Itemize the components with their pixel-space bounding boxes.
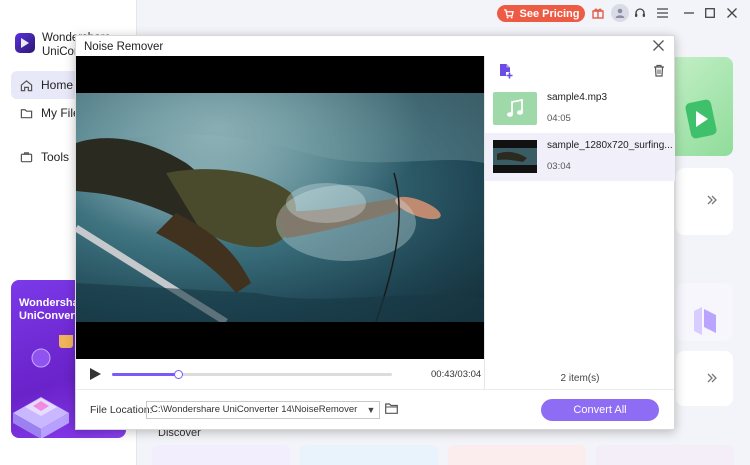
- app-logo-icon: [15, 33, 35, 53]
- video-thumbnail-image: [493, 140, 537, 173]
- sidebar-item-label: Home: [41, 78, 74, 92]
- maximize-icon[interactable]: [703, 6, 717, 20]
- video-thumbnail: [493, 140, 537, 173]
- progress-fill: [112, 373, 178, 376]
- discover-card-1[interactable]: [152, 445, 290, 465]
- dialog-footer: File Location: C:\Wondershare UniConvert…: [76, 389, 674, 429]
- file-list-panel: sample4.mp3 04:05 sample_1280x720_surfin…: [484, 56, 675, 389]
- noise-remover-dialog: Noise Remover 00:43/03:04 sample4.mp3 04…: [75, 35, 675, 430]
- chevron-down-icon[interactable]: ▼: [364, 403, 378, 417]
- video-preview[interactable]: [76, 56, 484, 359]
- close-icon[interactable]: [651, 39, 665, 53]
- convert-all-button[interactable]: Convert All: [541, 399, 659, 421]
- feature-card-4[interactable]: [676, 351, 733, 406]
- home-icon: [18, 77, 34, 93]
- play-icon[interactable]: [90, 368, 101, 380]
- tools-icon: [18, 149, 34, 165]
- audio-thumbnail: [493, 92, 537, 125]
- folder-icon: [18, 105, 34, 121]
- video-converter-icon: [685, 99, 717, 139]
- discover-card-2[interactable]: [300, 445, 438, 465]
- open-folder-icon[interactable]: [385, 403, 399, 415]
- gift-icon[interactable]: [591, 6, 605, 20]
- see-pricing-label: See Pricing: [519, 7, 580, 20]
- minimize-icon[interactable]: [682, 6, 696, 20]
- cart-icon: [503, 8, 514, 19]
- video-frame: [76, 93, 484, 322]
- file-name: sample4.mp3: [547, 92, 608, 103]
- file-name: sample_1280x720_surfing...: [547, 140, 673, 151]
- avatar[interactable]: [611, 4, 629, 22]
- menu-icon[interactable]: [655, 6, 669, 20]
- file-duration: 04:05: [547, 113, 571, 124]
- list-item[interactable]: sample4.mp3 04:05: [485, 85, 675, 133]
- surfing-scene-image: [76, 93, 484, 322]
- music-note-icon: [507, 99, 523, 117]
- file-location-label: File Location:: [90, 404, 153, 416]
- list-item-selected[interactable]: sample_1280x720_surfing... 03:04: [485, 133, 675, 181]
- discover-card-3[interactable]: [448, 445, 586, 465]
- progress-thumb[interactable]: [173, 370, 183, 379]
- top-bar: See Pricing: [137, 0, 750, 28]
- progress-slider[interactable]: [112, 370, 392, 379]
- playback-controls: 00:43/03:04: [76, 359, 484, 389]
- headset-icon[interactable]: [633, 6, 647, 20]
- chevron-right-icon: [707, 195, 717, 205]
- file-duration: 03:04: [547, 161, 571, 172]
- discover-card-4[interactable]: [596, 445, 734, 465]
- file-location-field[interactable]: C:\Wondershare UniConverter 14\NoiseRemo…: [146, 401, 380, 419]
- items-count: 2 item(s): [560, 373, 600, 384]
- delete-icon[interactable]: [653, 64, 665, 77]
- close-app-icon[interactable]: [725, 6, 739, 20]
- brand: Wondershare UniConverter: [15, 32, 111, 58]
- add-file-icon[interactable]: [497, 63, 513, 79]
- user-icon: [615, 8, 625, 18]
- feature-card-3[interactable]: [676, 283, 733, 341]
- dialog-title: Noise Remover: [84, 41, 164, 53]
- feature-card-2[interactable]: [676, 168, 733, 235]
- chevron-right-icon: [707, 373, 717, 383]
- time-display: 00:43/03:04: [431, 369, 482, 380]
- feature-3-icon: [694, 307, 716, 335]
- sidebar-item-label: Tools: [41, 150, 70, 164]
- see-pricing-button[interactable]: See Pricing: [497, 5, 585, 22]
